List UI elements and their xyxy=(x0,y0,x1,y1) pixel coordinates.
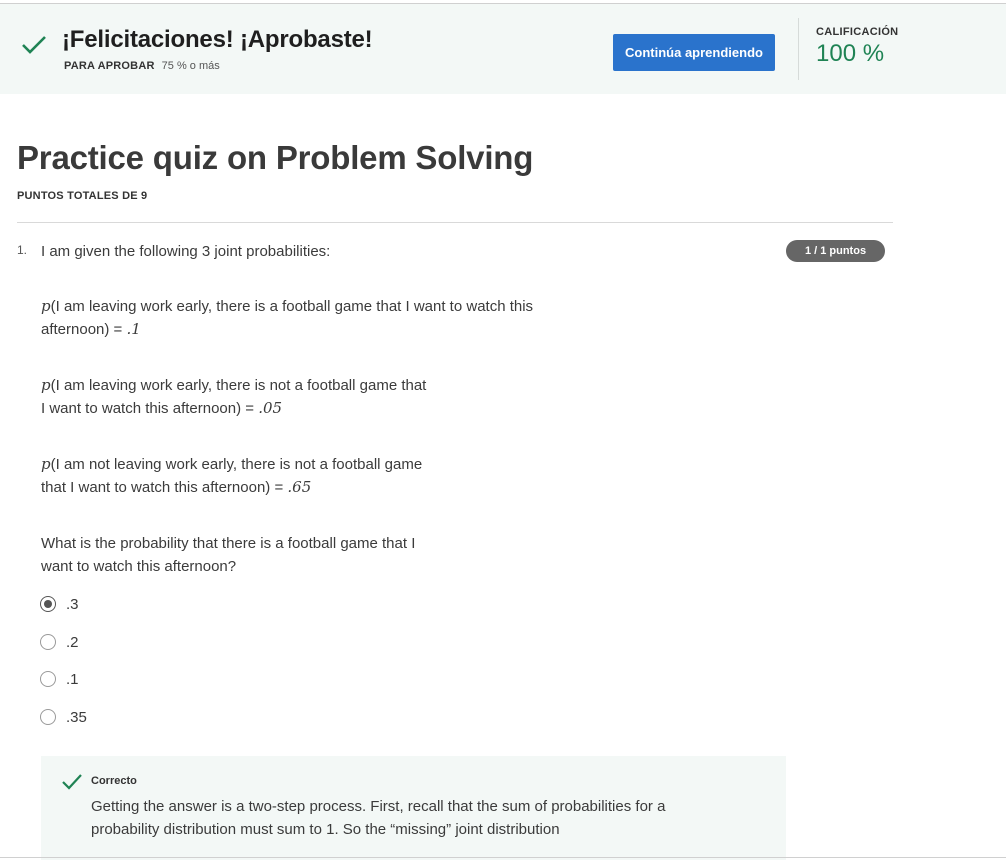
points-badge: 1 / 1 puntos xyxy=(786,240,885,262)
probability-symbol: p xyxy=(41,455,51,473)
total-points: PUNTOS TOTALES DE 9 xyxy=(17,190,148,202)
probability-statement: p(I am leaving work early, there is a fo… xyxy=(41,295,533,341)
answer-option[interactable]: .2 xyxy=(40,632,79,652)
radio-button[interactable] xyxy=(40,634,56,650)
question-intro: I am given the following 3 joint probabi… xyxy=(41,243,331,260)
radio-button[interactable] xyxy=(40,709,56,725)
probability-text: that I want to watch this afternoon) = xyxy=(41,479,288,496)
probability-text: (I am not leaving work early, there is n… xyxy=(50,456,423,473)
check-icon xyxy=(62,774,82,790)
feedback-text-line: Getting the answer is a two-step process… xyxy=(91,798,666,815)
answer-option[interactable]: .1 xyxy=(40,669,79,689)
answer-option-label: .3 xyxy=(66,595,79,613)
probability-text: afternoon) = xyxy=(41,321,127,338)
probability-symbol: p xyxy=(41,297,51,315)
grade-value: 100 % xyxy=(816,40,885,67)
continue-learning-button[interactable]: Continúa aprendiendo xyxy=(613,34,775,71)
radio-button-selected[interactable] xyxy=(40,596,56,612)
answer-option[interactable]: .3 xyxy=(40,594,79,614)
feedback-panel: Correcto Getting the answer is a two-ste… xyxy=(41,756,786,860)
feedback-text: Getting the answer is a two-step process… xyxy=(91,795,731,841)
probability-value: .1 xyxy=(126,320,141,338)
probability-text: (I am leaving work early, there is a foo… xyxy=(50,298,534,315)
probability-value: .65 xyxy=(287,478,312,496)
answer-option-label: .2 xyxy=(66,633,79,651)
radio-dot xyxy=(44,600,52,608)
pass-value: 75 % o más xyxy=(161,60,220,72)
answer-option-label: .1 xyxy=(66,670,79,688)
probability-text: (I am leaving work early, there is not a… xyxy=(50,377,427,394)
answer-option[interactable]: .35 xyxy=(40,707,87,727)
probability-statement: p(I am leaving work early, there is not … xyxy=(41,374,426,420)
grade-label: CALIFICACIÓN xyxy=(816,26,899,38)
banner-title: ¡Felicitaciones! ¡Aprobaste! xyxy=(62,26,373,53)
question-prompt-line: want to watch this afternoon? xyxy=(41,558,237,575)
divider xyxy=(17,222,893,223)
question-prompt: What is the probability that there is a … xyxy=(41,532,415,578)
feedback-label: Correcto xyxy=(91,775,137,787)
probability-symbol: p xyxy=(41,376,51,394)
pass-label: PARA APROBAR xyxy=(64,60,155,72)
probability-text: I want to watch this afternoon) = xyxy=(41,400,259,417)
probability-value: .05 xyxy=(258,399,283,417)
pass-requirement: PARA APROBAR 75 % o más xyxy=(64,60,220,72)
question-number: 1. xyxy=(17,243,28,257)
question-prompt-line: What is the probability that there is a … xyxy=(41,535,416,552)
check-icon xyxy=(22,36,46,54)
probability-statement: p(I am not leaving work early, there is … xyxy=(41,453,422,499)
page-title: Practice quiz on Problem Solving xyxy=(17,139,534,176)
feedback-text-line: probability distribution must sum to 1. … xyxy=(91,821,560,838)
result-banner: ¡Felicitaciones! ¡Aprobaste! PARA APROBA… xyxy=(0,4,1006,94)
bottom-border xyxy=(0,857,1006,858)
radio-button[interactable] xyxy=(40,671,56,687)
answer-option-label: .35 xyxy=(66,708,87,726)
banner-divider xyxy=(798,18,799,80)
